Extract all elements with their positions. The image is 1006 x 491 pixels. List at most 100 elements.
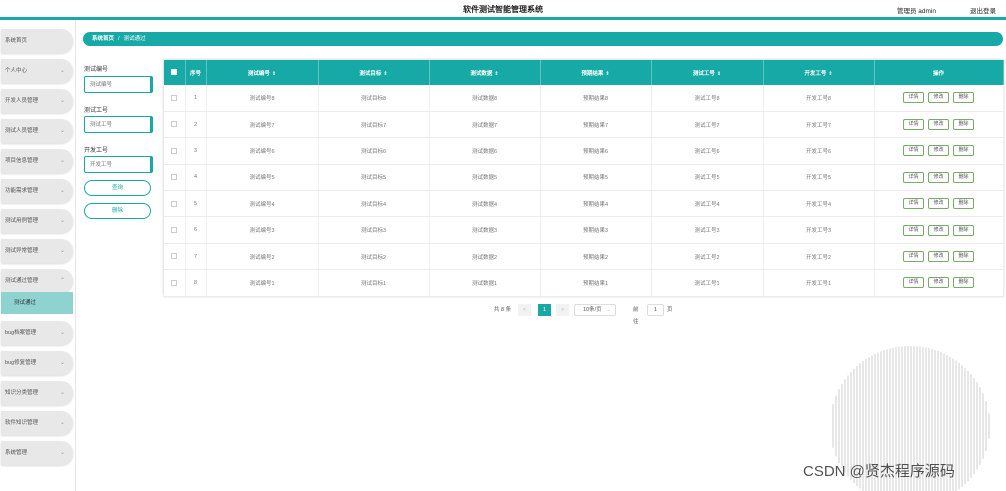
col-test-data[interactable]: 测试数据 ⇕ [429,60,541,85]
next-page-button[interactable]: > [556,304,569,316]
detail-button[interactable]: 详情 [903,119,924,131]
cell-test-code: 测试编号1 [206,269,319,297]
test-code-input[interactable] [84,76,153,93]
delete-button[interactable]: 删除 [953,145,974,157]
delete-button[interactable]: 删除 [953,171,974,183]
detail-button[interactable]: 详情 [903,92,924,104]
detail-button[interactable]: 详情 [903,198,924,210]
col-tester-id[interactable]: 测试工号 ⇕ [651,60,764,85]
table-row[interactable]: 8 测试编号1 测试目标1 测试数据1 预期结果1 测试工号1 开发工号1 详情 修改 删除 [164,269,1004,297]
table-row[interactable]: 6 测试编号3 测试目标3 测试数据3 预期结果3 测试工号3 开发工号3 详情 修改 删除 [164,216,1004,244]
edit-button[interactable]: 修改 [928,171,949,183]
edit-button[interactable]: 修改 [928,145,949,157]
sidebar-item[interactable]: 测试通过管理 ⌃ [1,269,73,293]
sort-icon[interactable]: ⇕ [272,71,276,77]
row-select-cell[interactable] [164,164,186,192]
sidebar-subitem-active[interactable]: 测试通过 [1,292,73,314]
edit-button[interactable]: 修改 [928,224,949,236]
detail-button[interactable]: 详情 [903,171,924,183]
delete-button[interactable]: 删除 [953,277,974,289]
delete-button[interactable]: 删除 [953,251,974,263]
cell-actions: 详情 修改 删除 [874,111,1004,139]
breadcrumb: 系统首页 / 测试通过 [83,32,1003,46]
row-select-cell[interactable] [164,216,186,244]
page-size-select[interactable]: 10条/页 ⌄ [574,304,616,316]
col-test-target[interactable]: 测试目标 ⇕ [318,60,430,85]
query-button[interactable]: 查询 [84,180,151,196]
batch-delete-button[interactable]: 删除 [84,203,151,219]
sidebar-item[interactable]: 个人中心 ⌄ [1,59,73,83]
edit-button[interactable]: 修改 [928,92,949,104]
edit-button[interactable]: 修改 [928,198,949,210]
select-all-cell[interactable] [164,60,186,85]
table-row[interactable]: 7 测试编号2 测试目标2 测试数据2 预期结果2 测试工号2 开发工号2 详情 修改 删除 [164,243,1004,271]
table-row[interactable]: 2 测试编号7 测试目标7 测试数据7 预期结果7 测试工号7 开发工号7 详情 修改 删除 [164,111,1004,139]
cell-test-data: 测试数据4 [429,190,541,218]
row-checkbox[interactable] [171,253,178,260]
detail-button[interactable]: 详情 [903,145,924,157]
row-checkbox[interactable] [171,121,178,128]
sort-icon[interactable]: ⇕ [717,71,721,77]
sidebar-item[interactable]: 功能需求管理 ⌄ [1,179,73,203]
prev-page-button[interactable]: < [518,304,531,316]
table-row[interactable]: 4 测试编号5 测试目标5 测试数据5 预期结果5 测试工号5 开发工号5 详情 修改 删除 [164,164,1004,192]
col-developer-id[interactable]: 开发工号 ⇕ [763,60,875,85]
sidebar-item[interactable]: bug修复管理 ⌄ [1,351,73,375]
select-all-checkbox[interactable] [171,69,178,76]
page-number-current[interactable]: 1 [538,304,551,316]
row-select-cell[interactable] [164,137,186,165]
delete-button[interactable]: 删除 [953,224,974,236]
row-checkbox[interactable] [171,147,178,154]
sidebar-item[interactable]: bug档案管理 ⌄ [1,321,73,345]
row-checkbox[interactable] [171,200,178,207]
tester-id-input[interactable] [84,116,153,133]
delete-button[interactable]: 删除 [953,119,974,131]
sidebar-item[interactable]: 系统首页 [1,29,73,53]
delete-button[interactable]: 删除 [953,198,974,210]
edit-button[interactable]: 修改 [928,119,949,131]
sidebar-item-label: 软件知识管理 [5,420,39,426]
sort-icon[interactable]: ⇕ [828,71,832,77]
detail-button[interactable]: 详情 [903,277,924,289]
logout-link[interactable]: 退出登录 [970,5,996,15]
top-bar: 软件测试智能管理系统 管理员 admin 退出登录 [0,0,1006,17]
sidebar-item-label: 测试人员管理 [5,128,39,134]
table-row[interactable]: 5 测试编号4 测试目标4 测试数据4 预期结果4 测试工号4 开发工号4 详情 修改 删除 [164,190,1004,218]
table-row[interactable]: 1 测试编号8 测试目标8 测试数据8 预期结果8 测试工号8 开发工号8 详情 修改 删除 [164,85,1004,112]
sidebar-item[interactable]: 开发人员管理 ⌄ [1,89,73,113]
cell-actions: 详情 修改 删除 [874,269,1004,297]
sidebar-item[interactable]: 测试用例管理 ⌄ [1,209,73,233]
sort-icon[interactable]: ⇕ [494,71,498,77]
table-row[interactable]: 3 测试编号6 测试目标6 测试数据6 预期结果6 测试工号6 开发工号6 详情 修改 删除 [164,137,1004,165]
developer-id-input[interactable] [84,156,153,173]
col-expected-result[interactable]: 预期结果 ⇕ [540,60,652,85]
delete-button[interactable]: 删除 [953,92,974,104]
col-test-code[interactable]: 测试编号 ⇕ [206,60,319,85]
row-select-cell[interactable] [164,269,186,297]
row-checkbox[interactable] [171,94,178,101]
sort-icon[interactable]: ⇕ [383,71,387,77]
edit-button[interactable]: 修改 [928,251,949,263]
sidebar-item[interactable]: 软件知识管理 ⌄ [1,411,73,435]
cell-test-data: 测试数据2 [429,243,541,271]
edit-button[interactable]: 修改 [928,277,949,289]
sidebar-item[interactable]: 系统管理 ⌄ [1,441,73,465]
detail-button[interactable]: 详情 [903,224,924,236]
row-select-cell[interactable] [164,243,186,271]
row-select-cell[interactable] [164,85,186,112]
sidebar-item-label: 知识分类管理 [5,390,39,396]
goto-page-input[interactable]: 1 [647,304,664,316]
sidebar-item[interactable]: 测试异常管理 ⌄ [1,239,73,263]
row-checkbox[interactable] [171,279,178,286]
row-select-cell[interactable] [164,190,186,218]
sidebar-item[interactable]: 测试人员管理 ⌄ [1,119,73,143]
row-checkbox[interactable] [171,174,178,181]
cell-developer-id: 开发工号8 [763,85,875,112]
sidebar-item[interactable]: 知识分类管理 ⌄ [1,381,73,405]
sidebar-item[interactable]: 项目信息管理 ⌄ [1,149,73,173]
row-select-cell[interactable] [164,111,186,139]
detail-button[interactable]: 详情 [903,251,924,263]
row-checkbox[interactable] [171,226,178,233]
breadcrumb-home[interactable]: 系统首页 [92,36,114,42]
sort-icon[interactable]: ⇕ [605,71,609,77]
